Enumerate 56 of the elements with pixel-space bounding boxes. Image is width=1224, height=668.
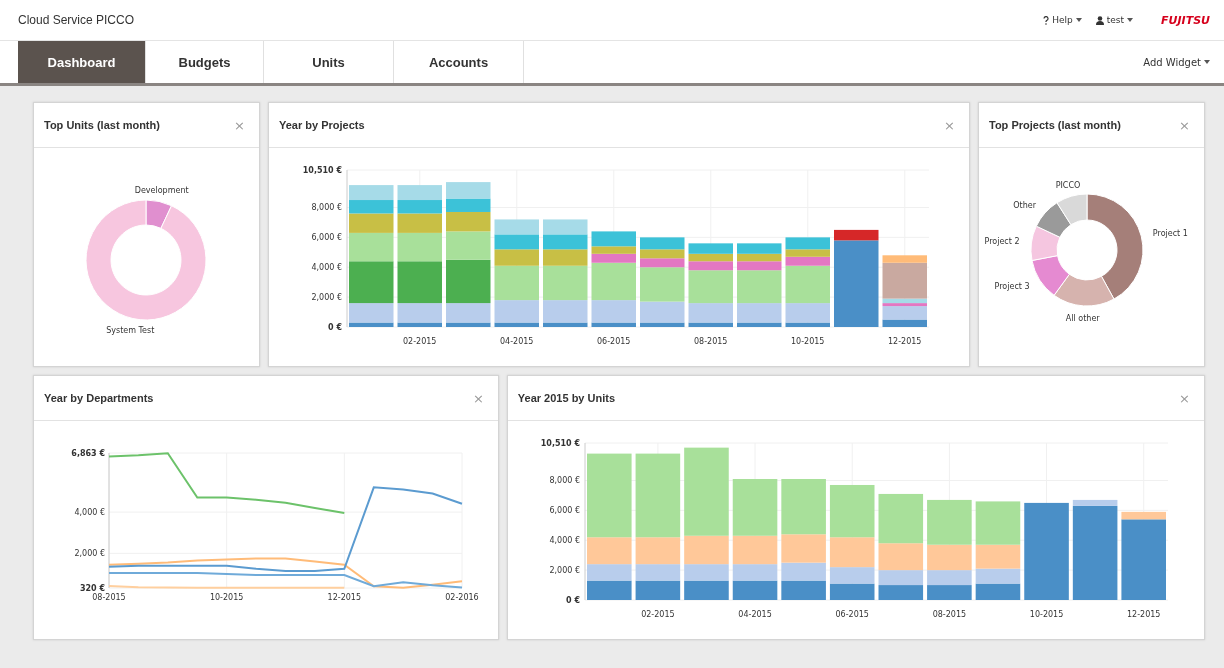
axis-label: 0 € [565, 595, 580, 605]
axis-label: 10-2015 [1029, 609, 1064, 619]
axis-label: 02-2016 [445, 592, 480, 602]
app-title: Cloud Service PICCO [18, 13, 136, 27]
axis-label: 08-2015 [92, 592, 127, 602]
slice-label: Project 1 [1152, 228, 1188, 238]
slice-label: Development [134, 185, 189, 195]
axis-label: 2,000 € [311, 292, 342, 302]
axis-label: 10,510 € [302, 165, 342, 175]
logo: FUJITSU [1161, 13, 1210, 27]
axis-label: 10-2015 [210, 592, 244, 602]
axis-label: 08-2015 [694, 336, 728, 346]
axis-label: 04-2015 [738, 609, 772, 619]
axis-label: 6,000 € [311, 232, 342, 242]
axis-label: 12-2015 [888, 336, 922, 346]
slice-label: All other [1065, 313, 1100, 323]
axis-label: 8,000 € [311, 203, 342, 212]
slice-label: System Test [106, 325, 155, 335]
slice-label: PICCO [1055, 180, 1081, 190]
user-icon [1095, 15, 1104, 25]
axis-label: 0 € [328, 322, 342, 332]
axis-label: 6,863 € [71, 448, 106, 458]
add-widget-button[interactable]: Add Widget [1129, 41, 1224, 83]
widget-title: Year by Projects [279, 119, 366, 131]
axis-label: 08-2015 [932, 609, 966, 619]
header-menu[interactable]: Help [1043, 15, 1082, 25]
widget-title: Year by Departments [44, 392, 155, 404]
widget-title: Top Projects (last month) [989, 119, 1122, 131]
slice-label: Project 2 [984, 237, 1020, 246]
widget-title: Top Units (last month) [44, 119, 161, 131]
axis-label: 12-2015 [1126, 609, 1161, 619]
slice-label: Other [1013, 200, 1036, 210]
help-icon [1043, 15, 1050, 25]
header-menu[interactable]: test [1095, 15, 1133, 25]
axis-label: 2,000 € [74, 548, 106, 558]
caret-icon [1127, 18, 1133, 22]
caret-icon [1075, 18, 1082, 22]
axis-label: 4,000 € [549, 535, 580, 545]
slice-label: Project 3 [994, 281, 1030, 291]
axis-label: 4,000 € [311, 262, 342, 272]
caret-icon [1204, 60, 1210, 64]
axis-label: 12-2015 [328, 592, 362, 602]
widget-title: Year 2015 by Units [517, 392, 617, 404]
tab[interactable]: Dashboard [18, 41, 146, 83]
axis-label: 06-2015 [835, 609, 869, 619]
axis-label: 10,510 € [540, 438, 580, 448]
axis-label: 8,000 € [549, 476, 580, 485]
axis-label: 4,000 € [74, 507, 106, 517]
axis-label: 6,000 € [549, 505, 580, 515]
axis-label: 2,000 € [549, 565, 580, 575]
axis-label: 06-2015 [597, 336, 631, 346]
axis-label: 02-2015 [403, 336, 437, 346]
axis-label: 320 € [80, 583, 106, 593]
axis-label: 04-2015 [500, 336, 534, 346]
axis-label: 10-2015 [791, 336, 825, 346]
axis-label: 02-2015 [641, 609, 675, 619]
